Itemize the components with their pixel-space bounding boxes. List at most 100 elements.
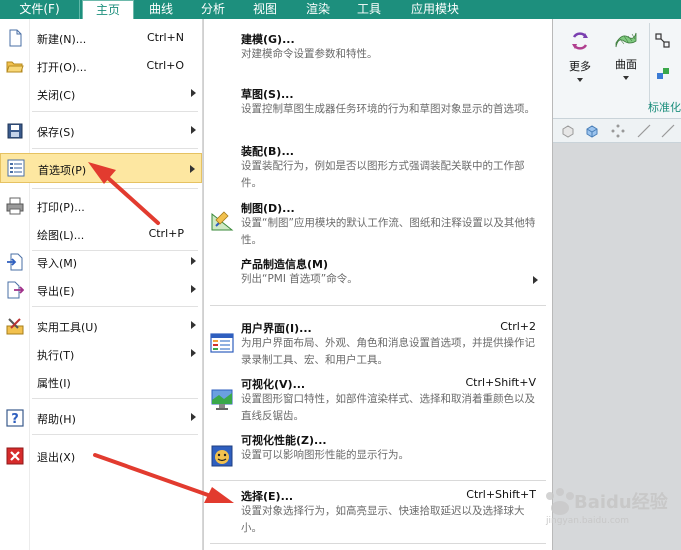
import-icon [7,253,23,271]
submenu-item-description: 设置图形窗口特性，如部件渲染样式、选择和取消着重颜色以及直线反锯齿。 [241,393,535,422]
tab-applications[interactable]: 应用模块 [394,0,476,19]
menu-item-label: 打开(O)... [37,61,87,74]
menu-item-close[interactable]: 关闭(C) [0,81,202,107]
ribbon-group-divider [649,23,650,109]
watermark-subtext: jingyan.baidu.com [546,516,630,526]
submenu-item-visualization[interactable]: 可视化(V)... Ctrl+Shift+V 设置图形窗口特性，如部件渲染样式、… [204,376,552,431]
menu-item-label: 帮助(H) [37,413,76,426]
menu-item-label: 保存(S) [37,126,75,139]
selection-toolbar [552,119,681,143]
submenu-arrow-icon [191,257,196,265]
watermark-text: Baidu经验 [574,492,668,513]
printer-icon [6,197,24,215]
tab-curve[interactable]: 曲线 [134,0,188,19]
new-file-icon [9,29,22,47]
submenu-arrow-icon [191,349,196,357]
submenu-item-selection[interactable]: 选择(E)... Ctrl+Shift+T 设置对象选择行为，如高亮显示、快速拾… [204,488,552,543]
submenu-item-description: 设置对象选择行为，如高亮显示、快速拾取延迟以及选择球大小。 [241,505,525,534]
submenu-arrow-icon [190,165,195,173]
tab-view[interactable]: 视图 [238,0,292,19]
submenu-item-description: 对建模命令设置参数和特性。 [241,48,378,60]
submenu-item-shortcut: Ctrl+2 [500,320,536,333]
submenu-item-user-interface[interactable]: 用户界面(I)... Ctrl+2 为用户界面布局、外观、角色和消息设置首选项，… [204,320,552,375]
tab-analysis[interactable]: 分析 [188,0,238,19]
menu-item-label: 绘图(L)... [37,229,85,242]
submenu-arrow-icon [191,285,196,293]
menu-separator [210,480,546,481]
help-icon: ? [6,409,24,427]
menu-item-exit[interactable]: 退出(X) [0,443,202,469]
menu-item-properties[interactable]: 属性(I) [0,369,202,395]
menu-item-preferences[interactable]: 首选项(P) [0,153,202,183]
preferences-submenu: 建模(G)... 对建模命令设置参数和特性。 草图(S)... 设置控制草图生成… [203,19,553,550]
surface-label: 曲面 [615,58,637,71]
menu-item-help[interactable]: ? 帮助(H) [0,405,202,431]
submenu-item-pmi[interactable]: 产品制造信息(M) 列出“PMI 首选项”命令。 [204,256,552,296]
submenu-item-shortcut: Ctrl+Shift+V [465,376,536,389]
surface-button[interactable]: 曲面 [608,27,644,80]
menu-separator [32,148,198,149]
menu-item-open[interactable]: 打开(O)... Ctrl+O [0,53,202,79]
drafting-icon [211,211,234,231]
menu-item-export[interactable]: 导出(E) [0,277,202,303]
menu-item-label: 关闭(C) [37,89,76,102]
utilities-icon [6,318,24,335]
menu-item-shortcut: Ctrl+O [146,59,184,72]
submenu-arrow-icon [191,89,196,97]
submenu-item-title: 建模(G)... [241,33,295,46]
submenu-item-modeling[interactable]: 建模(G)... 对建模命令设置参数和特性。 [204,31,552,71]
open-folder-icon [6,61,24,73]
submenu-item-description: 为用户界面布局、外观、角色和消息设置首选项，并提供操作记录录制工具、宏、和用户工… [241,337,535,366]
svg-text:?: ? [11,412,19,427]
submenu-item-drafting[interactable]: 制图(D)... 设置“制图”应用模块的默认工作流、图纸和注释设置以及其他特性。 [204,200,552,255]
line-tool-icon[interactable] [660,123,676,139]
tab-render[interactable]: 渲染 [292,0,344,19]
assembly-constraint-icon[interactable] [655,33,671,49]
menu-item-label: 实用工具(U) [37,321,98,334]
menu-item-label: 打印(P)... [37,201,85,214]
tab-tools[interactable]: 工具 [344,0,394,19]
submenu-item-title: 装配(B)... [241,145,294,158]
nx-file-menu-screen: 文件(F) 主页 曲线 分析 视图 渲染 工具 应用模块 更多 曲面 标准化 新… [0,0,681,550]
menu-item-label: 导入(M) [37,257,78,270]
submenu-item-visualization-performance[interactable]: 可视化性能(Z)... 设置可以影响图形性能的显示行为。 [204,432,552,477]
submenu-item-description: 设置可以影响图形性能的显示行为。 [241,449,409,461]
submenu-item-shortcut: Ctrl+Shift+T [466,488,536,501]
ribbon-panel: 更多 曲面 标准化 [552,19,681,119]
more-button[interactable]: 更多 [562,29,598,82]
menu-separator [210,543,546,544]
menu-item-utilities[interactable]: 实用工具(U) [0,313,202,339]
save-icon [7,123,23,139]
menu-separator [32,398,198,399]
menu-item-new[interactable]: 新建(N)... Ctrl+N [0,25,202,51]
submenu-arrow-icon [533,276,538,284]
box-view-icon[interactable] [584,123,600,139]
menu-item-plot[interactable]: 绘图(L)... Ctrl+P [0,221,202,247]
menu-item-save[interactable]: 保存(S) [0,118,202,144]
menu-separator [32,188,198,189]
performance-icon [211,445,233,467]
tab-home[interactable]: 主页 [82,0,134,20]
menu-item-import[interactable]: 导入(M) [0,249,202,275]
assembly-parts-icon[interactable] [655,65,671,81]
menu-item-label: 首选项(P) [38,164,87,177]
visualization-icon [211,389,233,410]
submenu-item-sketch[interactable]: 草图(S)... 设置控制草图生成器任务环境的行为和草图对象显示的首选项。 [204,86,552,141]
menu-item-shortcut: Ctrl+N [146,31,184,44]
submenu-arrow-icon [191,126,196,134]
more-label: 更多 [569,60,591,73]
submenu-item-description: 设置“制图”应用模块的默认工作流、图纸和注释设置以及其他特性。 [241,217,536,246]
menu-separator [32,111,198,112]
tab-file[interactable]: 文件(F) [0,0,80,19]
menu-separator [32,434,198,435]
chevron-down-icon [623,76,629,80]
shaded-view-icon[interactable] [560,123,576,139]
ribbon-tab-bar: 文件(F) 主页 曲线 分析 视图 渲染 工具 应用模块 [0,0,681,20]
menu-item-print[interactable]: 打印(P)... [0,193,202,219]
menu-item-label: 退出(X) [37,451,76,464]
line-tool-icon[interactable] [636,123,652,139]
snap-points-icon[interactable] [610,123,626,139]
menu-item-execute[interactable]: 执行(T) [0,341,202,367]
submenu-item-assembly[interactable]: 装配(B)... 设置装配行为，例如是否以图形方式强调装配关联中的工作部件。 [204,143,552,198]
submenu-item-title: 可视化(V)... [241,378,306,391]
